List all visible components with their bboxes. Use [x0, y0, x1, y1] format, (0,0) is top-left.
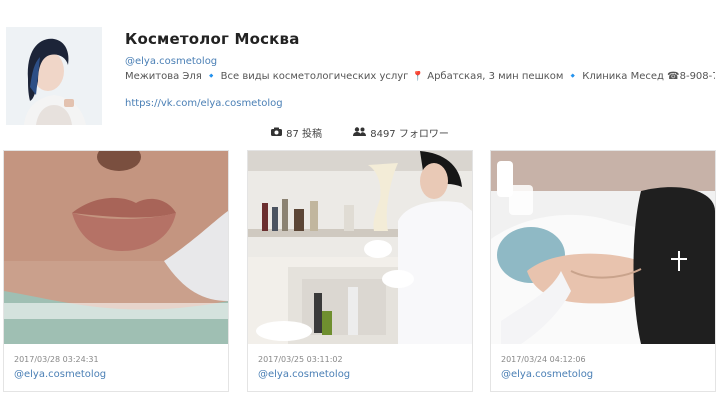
- followers-stat: 8497 フォロワー: [353, 125, 449, 140]
- post-card[interactable]: 2017/03/28 03:24:31 @elya.cosmetolog: [3, 150, 229, 392]
- profile-avatar[interactable]: [6, 27, 102, 125]
- post-card[interactable]: 2017/03/24 04:12:06 @elya.cosmetolog: [490, 150, 716, 392]
- post-card[interactable]: 2017/03/25 03:11:02 @elya.cosmetolog: [247, 150, 473, 392]
- post-photo[interactable]: [248, 151, 472, 344]
- profile-stats: 87 投稿 8497 フォロワー: [0, 125, 720, 140]
- post-photo[interactable]: [4, 151, 228, 344]
- post-date: 2017/03/25 03:11:02: [258, 355, 343, 364]
- camera-icon: [271, 126, 283, 139]
- post-user-link[interactable]: @elya.cosmetolog: [258, 369, 350, 380]
- profile-website-link[interactable]: https://vk.com/elya.cosmetolog: [125, 98, 715, 109]
- users-icon: [353, 126, 367, 139]
- profile-info: Косметолог Москва @elya.cosmetolog Межит…: [125, 27, 715, 109]
- posts-stat: 87 投稿: [271, 125, 322, 140]
- post-user-link[interactable]: @elya.cosmetolog: [14, 369, 106, 380]
- post-photo[interactable]: [491, 151, 715, 344]
- profile-handle-link[interactable]: @elya.cosmetolog: [125, 56, 715, 67]
- post-user-link[interactable]: @elya.cosmetolog: [501, 369, 593, 380]
- profile-header: Косметолог Москва @elya.cosmetolog Межит…: [6, 27, 715, 127]
- post-date: 2017/03/24 04:12:06: [501, 355, 586, 364]
- posts-count: 87 投稿: [286, 129, 323, 140]
- followers-count: 8497 フォロワー: [370, 129, 449, 140]
- post-date: 2017/03/28 03:24:31: [14, 355, 99, 364]
- profile-bio: Межитова Эля 🔹 Все виды косметологически…: [125, 71, 715, 82]
- profile-name: Косметолог Москва: [125, 30, 300, 48]
